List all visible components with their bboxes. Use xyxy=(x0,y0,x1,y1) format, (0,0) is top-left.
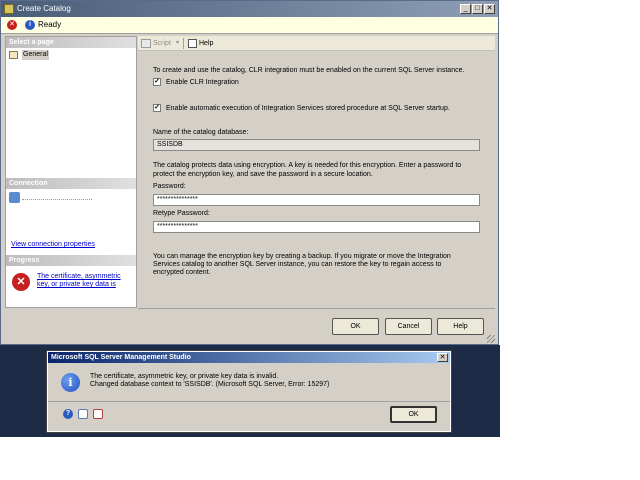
toolbar: Script ▾ Help xyxy=(138,36,495,51)
page-icon xyxy=(9,51,18,59)
catalog-name-label: Name of the catalog database: xyxy=(153,129,249,136)
window-title: Create Catalog xyxy=(17,4,71,13)
minimize-button[interactable]: _ xyxy=(460,4,471,14)
dialog-ok-button[interactable]: OK xyxy=(390,406,437,423)
backup-note-line3: encrypted content. xyxy=(153,269,211,276)
progress-header: Progress xyxy=(6,255,136,266)
copy-icon[interactable] xyxy=(78,409,88,419)
help-book-icon xyxy=(188,39,197,48)
encryption-note-line1: The catalog protects data using encrypti… xyxy=(153,162,462,169)
error-message-line1: The certificate, asymmetric key, or priv… xyxy=(90,373,279,380)
error-dialog: Microsoft SQL Server Management Studio ✕… xyxy=(46,350,452,433)
dialog-separator xyxy=(48,401,450,402)
window-titlebar[interactable]: Create Catalog xyxy=(1,1,498,17)
connection-header: Connection xyxy=(6,178,136,189)
general-page-content: To create and use the catalog, CLR integ… xyxy=(138,52,495,308)
catalog-name-field[interactable]: SSISDB xyxy=(153,139,480,151)
server-icon xyxy=(9,192,20,203)
left-panel: Select a page General Connection View co… xyxy=(5,36,137,308)
maximize-button[interactable]: □ xyxy=(472,4,483,14)
status-bar: ✕ i Ready xyxy=(1,17,498,34)
dialog-title: Microsoft SQL Server Management Studio xyxy=(51,354,191,361)
status-text: Ready xyxy=(38,20,62,29)
cancel-button[interactable]: Cancel xyxy=(385,318,432,335)
script-button[interactable]: Script xyxy=(153,39,171,48)
enable-clr-label: Enable CLR Integration xyxy=(166,79,239,86)
error-status-icon: ✕ xyxy=(7,20,17,30)
ok-button[interactable]: OK xyxy=(332,318,379,335)
help-toolbar-button[interactable]: Help xyxy=(199,39,213,48)
select-page-header: Select a page xyxy=(6,37,136,48)
progress-message-line1[interactable]: The certificate, asymmetric xyxy=(37,273,121,280)
catalog-app-icon xyxy=(4,4,14,14)
page-item-label: General xyxy=(22,50,49,60)
resize-grip[interactable] xyxy=(487,335,495,343)
separator xyxy=(138,308,495,309)
auto-exec-label: Enable automatic execution of Integratio… xyxy=(166,105,450,112)
help-button[interactable]: Help xyxy=(437,318,484,335)
error-icon: ✕ xyxy=(12,273,30,291)
enable-clr-checkbox[interactable]: ✓ xyxy=(153,78,161,86)
dialog-titlebar[interactable]: Microsoft SQL Server Management Studio xyxy=(48,352,450,363)
close-button[interactable]: ✕ xyxy=(484,4,495,14)
create-catalog-window: Create Catalog _ □ ✕ ✕ i Ready Select a … xyxy=(0,0,499,345)
script-icon xyxy=(141,39,151,48)
information-icon: i xyxy=(61,373,80,392)
encryption-note-line2: protect the encryption key, and save the… xyxy=(153,171,373,178)
auto-exec-checkbox[interactable]: ✓ xyxy=(153,104,161,112)
dialog-close-button[interactable]: ✕ xyxy=(437,353,448,362)
info-icon: i xyxy=(25,20,35,30)
password-field[interactable]: *************** xyxy=(153,194,480,206)
help-icon[interactable]: ? xyxy=(63,409,73,419)
toolbar-divider xyxy=(183,38,184,49)
password-label: Password: xyxy=(153,183,186,190)
backup-note-line1: You can manage the encryption key by cre… xyxy=(153,253,451,260)
retype-password-field[interactable]: *************** xyxy=(153,221,480,233)
intro-text: To create and use the catalog, CLR integ… xyxy=(153,67,465,74)
backup-note-line2: Services catalog to another SQL Server i… xyxy=(153,261,442,268)
retype-password-label: Retype Password: xyxy=(153,210,210,217)
connection-info-redacted xyxy=(22,195,92,200)
chevron-down-icon[interactable]: ▾ xyxy=(176,39,179,48)
details-icon[interactable] xyxy=(93,409,103,419)
view-connection-properties-link[interactable]: View connection properties xyxy=(11,241,95,248)
error-message-line2: Changed database context to 'SSISDB'. (M… xyxy=(90,381,330,388)
progress-message-line2[interactable]: key, or private key data is xyxy=(37,281,116,288)
